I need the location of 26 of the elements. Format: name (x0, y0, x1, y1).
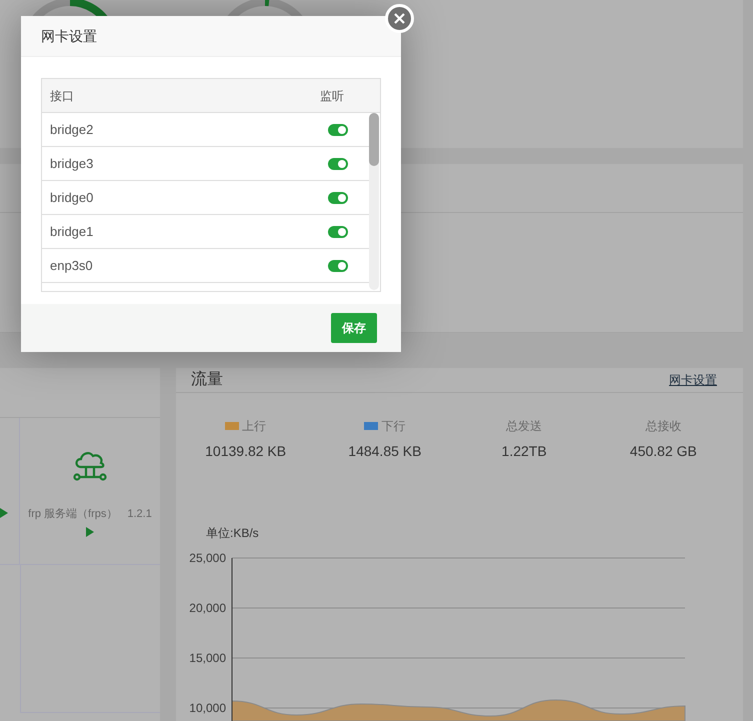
stat-label: 下行 (381, 418, 406, 435)
y-tick-label: 20,000 (189, 601, 226, 615)
y-tick-label: 15,000 (189, 651, 226, 665)
stat-value: 1484.85 KB (348, 442, 422, 461)
interface-name: enp3s0 (49, 256, 94, 275)
card-title: 流量 (191, 370, 223, 390)
stat-value: 1.22TB (502, 442, 547, 461)
column-header: 接口 (49, 88, 75, 104)
column-header: 监听 (320, 88, 345, 104)
axis-unit-label: 单位:KB/s (206, 525, 260, 542)
interface-name: bridge3 (49, 154, 94, 173)
stat-value: 10139.82 KB (205, 442, 286, 461)
interface-name: bridge2 (49, 120, 94, 139)
interface-name: bridge1 (49, 222, 94, 241)
save-button[interactable]: 保存 (331, 313, 377, 343)
nic-settings-link[interactable]: 网卡设置 (669, 371, 717, 389)
y-tick-label: 25,000 (189, 551, 226, 565)
dialog-title: 网卡设置 (41, 26, 97, 46)
y-tick-label: 10,000 (189, 701, 226, 715)
stat-label: 总发送 (506, 418, 542, 435)
interface-name: bridge0 (49, 188, 94, 207)
service-version: 1.2.1 (127, 507, 152, 522)
stat-label: 总接收 (645, 418, 682, 435)
service-name: frp 服务端（frps） (28, 507, 118, 522)
stat-label: 上行 (242, 418, 266, 435)
stat-value: 450.82 GB (630, 442, 697, 461)
